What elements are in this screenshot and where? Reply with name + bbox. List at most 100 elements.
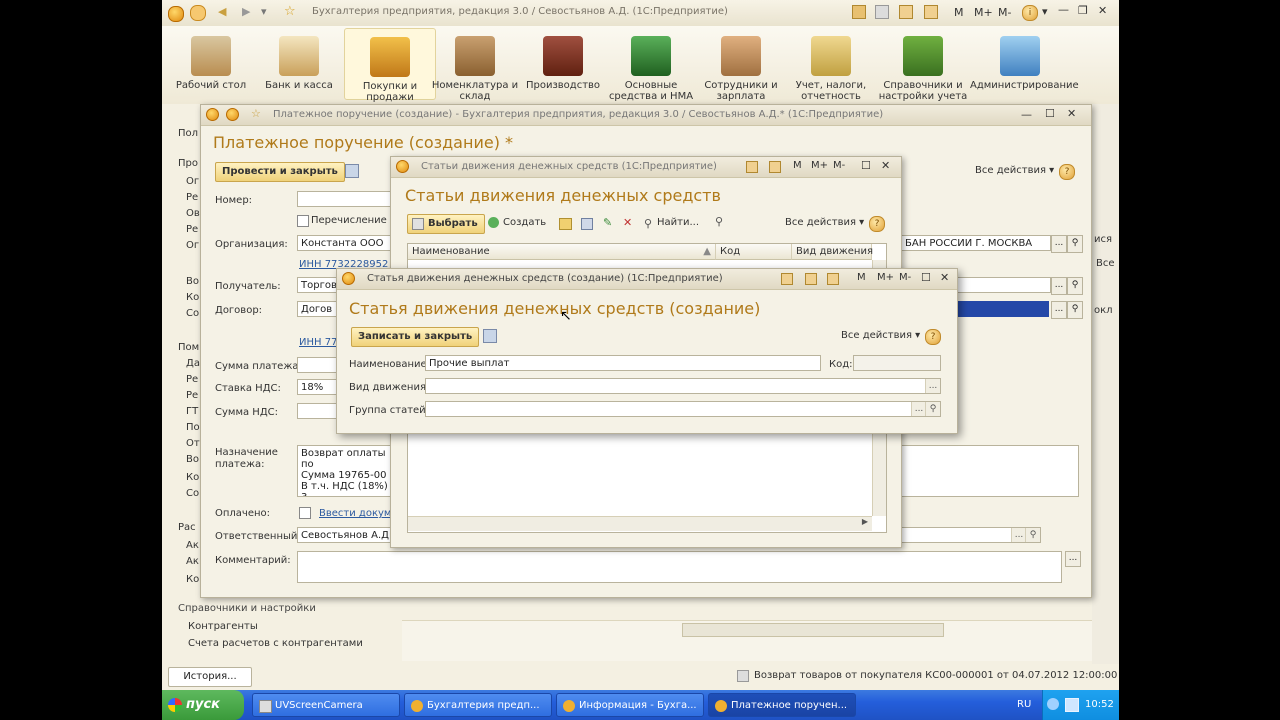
section-assets[interactable]: Основные средства и НМА [606,32,696,102]
bank-field[interactable]: БАН РОССИИ Г. МОСКВА [901,235,1051,251]
group-search-icon[interactable]: ⚲ [925,402,940,416]
calendar-icon[interactable] [852,5,866,19]
save-and-close-button[interactable]: Записать и закрыть [351,327,480,347]
movement-select-button[interactable]: ... [925,379,940,393]
cancel-search-icon[interactable]: ⚲ [715,215,723,228]
payment-help-icon[interactable]: ? [1059,164,1075,180]
scroll-right-icon[interactable]: ▶ [862,517,868,526]
comment-field[interactable] [297,551,1062,583]
purpose-field[interactable]: Возврат оплаты по Сумма 19765-00 В т.ч. … [297,445,397,497]
section-references[interactable]: Справочники и настройки учета [878,32,968,102]
create-mem-m[interactable]: M [857,272,866,283]
menu-dropdown-icon[interactable]: ▾ [1042,5,1048,18]
list-window-menu-icon[interactable] [396,160,409,173]
movement-select[interactable]: ... [425,378,941,394]
list-mem-mminus[interactable]: M- [833,160,845,171]
column-header-name[interactable]: Наименование ▲ [408,244,716,260]
create-window-menu-icon[interactable] [342,272,355,285]
forward-icon[interactable]: ▶ [242,5,250,18]
comment-expand-button[interactable]: ... [1065,551,1081,567]
create-save-icon[interactable] [483,329,497,343]
bank-search-icon[interactable]: ⚲ [1067,235,1083,253]
close-icon[interactable]: ✕ [1098,4,1107,17]
status-message[interactable]: Возврат товаров от покупателя КС00-00000… [754,670,1117,681]
nav-item[interactable]: Во [186,454,199,465]
list-close-icon[interactable]: ✕ [881,159,890,172]
back-icon[interactable]: ◀ [218,5,226,18]
nav-item[interactable]: Да [186,358,200,369]
list-all-actions[interactable]: Все действия ▾ [781,214,868,232]
dropdown-icon[interactable] [190,5,206,21]
window-dropdown-icon[interactable] [226,108,239,121]
mem-mplus-button[interactable]: M+ [974,6,993,19]
section-purchases[interactable]: Покупки и продажи [344,28,436,103]
mem-mminus-button[interactable]: M- [998,6,1011,19]
favorites-star-icon[interactable]: ☆ [284,4,296,19]
nav-item[interactable]: Ог [186,176,199,187]
info-icon[interactable]: i [1022,5,1038,21]
copy-icon[interactable] [581,218,593,230]
transfer-checkbox[interactable] [297,215,309,227]
background-scrollbar[interactable] [682,623,944,637]
nav-item[interactable]: Ко [186,472,199,483]
edit-pencil-icon[interactable]: ✎ [603,216,612,229]
create-help-icon[interactable]: ? [925,329,941,345]
section-accounting[interactable]: Учет, налоги, отчетность [786,32,876,102]
nav-item[interactable]: Ог [186,240,199,251]
nav-item[interactable]: Рас [178,522,196,533]
list-restore-icon[interactable]: ☐ [861,159,871,172]
list-page2-icon[interactable] [769,161,781,173]
nav-link-contractors[interactable]: Контрагенты [188,621,258,632]
section-admin[interactable]: Администрирование [970,32,1079,91]
nav-item[interactable]: Ак [186,556,199,567]
clock-time[interactable]: 10:52 [1085,699,1114,710]
bank2-select-button[interactable]: ... [1051,277,1067,295]
list-help-icon[interactable]: ? [869,216,885,232]
create-mem-mminus[interactable]: M- [899,272,911,283]
history-button[interactable]: История... [168,667,252,687]
section-employees[interactable]: Сотрудники и зарплата [696,32,786,102]
create-button[interactable]: Создать [487,214,550,232]
list-page-icon[interactable] [746,161,758,173]
mem-m-button[interactable]: M [954,6,964,19]
window-close-icon[interactable]: ✕ [1067,107,1076,120]
create-all-actions[interactable]: Все действия ▾ [837,327,924,345]
section-warehouse[interactable]: Номенклатура и склад [430,32,520,102]
column-header-code[interactable]: Код [716,244,792,260]
nav-item[interactable]: Во [186,276,199,287]
nav-item[interactable]: От [186,438,200,449]
nav-item[interactable]: Ко [186,292,199,303]
nav-item[interactable]: Ре [186,192,198,203]
nav-item[interactable]: Со [186,308,199,319]
nav-item[interactable]: Ре [186,224,198,235]
history-dropdown-icon[interactable]: ▾ [261,5,267,18]
nav-item[interactable]: Пол [178,128,198,139]
select-button[interactable]: Выбрать [407,214,485,234]
purpose-right-area[interactable] [901,445,1079,497]
window-menu-icon[interactable] [206,108,219,121]
minimize-icon[interactable]: — [1058,3,1069,16]
bank2-search-icon[interactable]: ⚲ [1067,277,1083,295]
nav-item[interactable]: Ре [186,390,198,401]
section-bank[interactable]: Банк и касса [254,32,344,91]
bank-select-button[interactable]: ... [1051,235,1067,253]
restore-icon[interactable]: ❐ [1078,4,1088,17]
nav-item[interactable]: ГТ [186,406,198,417]
task-information[interactable]: Информация - Бухга... [556,693,704,717]
page-icon[interactable] [899,5,913,19]
enter-document-link[interactable]: Ввести докум [319,508,391,519]
number-field[interactable] [297,191,397,207]
responsible-field-right[interactable]: ... ⚲ [901,527,1041,543]
row-select-button[interactable]: ... [1051,301,1067,319]
create-page3-icon[interactable] [827,273,839,285]
nav-item[interactable]: Ре [186,374,198,385]
nav-link-accounts[interactable]: Счета расчетов с контрагентами [188,638,363,649]
window-star-icon[interactable]: ☆ [251,107,261,120]
paid-checkbox[interactable] [299,507,311,519]
network-icon[interactable] [1047,698,1059,710]
delete-icon[interactable]: ✕ [623,216,632,229]
code-input[interactable] [853,355,941,371]
nav-item[interactable]: Ак [186,540,199,551]
row-search-icon[interactable]: ⚲ [1067,301,1083,319]
create-close-icon[interactable]: ✕ [940,271,949,284]
